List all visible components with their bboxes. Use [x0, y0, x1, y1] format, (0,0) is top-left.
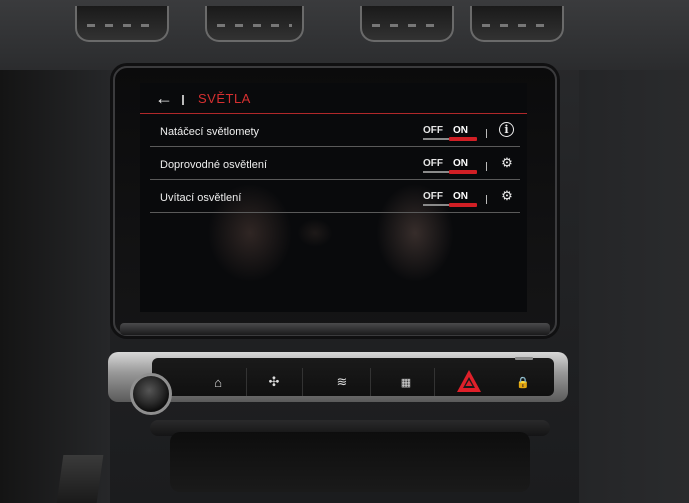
air-vent-center-right	[360, 6, 454, 42]
toggle-on-label[interactable]: ON	[453, 125, 468, 136]
screen-header: ← SVĚTLA	[140, 83, 527, 113]
front-defrost-icon: ≋	[336, 374, 348, 389]
rear-defrost-button[interactable]: ▦	[378, 368, 435, 396]
screen-bezel-trim	[120, 323, 550, 335]
toggle-active-indicator	[449, 170, 477, 174]
toggle-off-label[interactable]: OFF	[423, 191, 443, 202]
on-off-toggle[interactable]: OFF ON	[423, 155, 483, 174]
volume-knob[interactable]	[130, 373, 172, 415]
pedal	[56, 455, 104, 503]
row-separator	[486, 129, 487, 138]
info-icon[interactable]: i	[499, 122, 514, 137]
rear-defrost-icon: ▦	[400, 376, 412, 389]
gear-icon[interactable]: ⚙	[499, 188, 515, 204]
row-divider	[150, 212, 520, 213]
setting-row-cornering-lights: Natáčecí světlomety OFF ON i	[140, 114, 527, 147]
toggle-off-label[interactable]: OFF	[423, 158, 443, 169]
page-title: SVĚTLA	[198, 91, 251, 106]
hazard-icon[interactable]	[456, 368, 482, 394]
air-vent-left	[75, 6, 169, 42]
dashboard-left-side	[0, 70, 110, 503]
infotainment-screen: ← SVĚTLA Natáčecí světlomety OFF ON i Do…	[140, 83, 527, 312]
door-lock-icon: 🔒	[516, 376, 530, 389]
toggle-active-indicator	[449, 137, 477, 141]
row-separator	[486, 162, 487, 171]
setting-row-follow-me-home: Doprovodné osvětlení OFF ON ⚙	[140, 147, 527, 180]
toggle-active-indicator	[449, 203, 477, 207]
front-defrost-button[interactable]: ≋	[314, 368, 371, 396]
lock-indicator-led	[515, 357, 533, 360]
toggle-on-label[interactable]: ON	[453, 158, 468, 169]
row-separator	[486, 195, 487, 204]
home-button[interactable]: ⌂	[190, 368, 247, 396]
setting-label: Doprovodné osvětlení	[160, 159, 268, 171]
on-off-toggle[interactable]: OFF ON	[423, 188, 483, 207]
air-vent-center-left	[205, 6, 304, 42]
fan-settings-button[interactable]: ✣	[246, 368, 303, 396]
gear-icon[interactable]: ⚙	[499, 155, 515, 171]
on-off-toggle[interactable]: OFF ON	[423, 122, 483, 141]
setting-label: Natáčecí světlomety	[160, 126, 260, 138]
toggle-on-label[interactable]: ON	[453, 191, 468, 202]
air-vent-right	[470, 6, 564, 42]
home-icon: ⌂	[214, 374, 222, 390]
setting-label: Uvítací osvětlení	[160, 192, 242, 204]
door-lock-button[interactable]: 🔒	[498, 368, 548, 396]
setting-row-welcome-lighting: Uvítací osvětlení OFF ON ⚙	[140, 180, 527, 213]
header-separator	[182, 95, 184, 105]
toggle-off-label[interactable]: OFF	[423, 125, 443, 136]
storage-cubby	[170, 432, 530, 492]
dashboard-right-side	[579, 70, 689, 503]
back-arrow-icon[interactable]: ←	[155, 89, 175, 107]
fan-settings-icon: ✣	[268, 374, 280, 389]
